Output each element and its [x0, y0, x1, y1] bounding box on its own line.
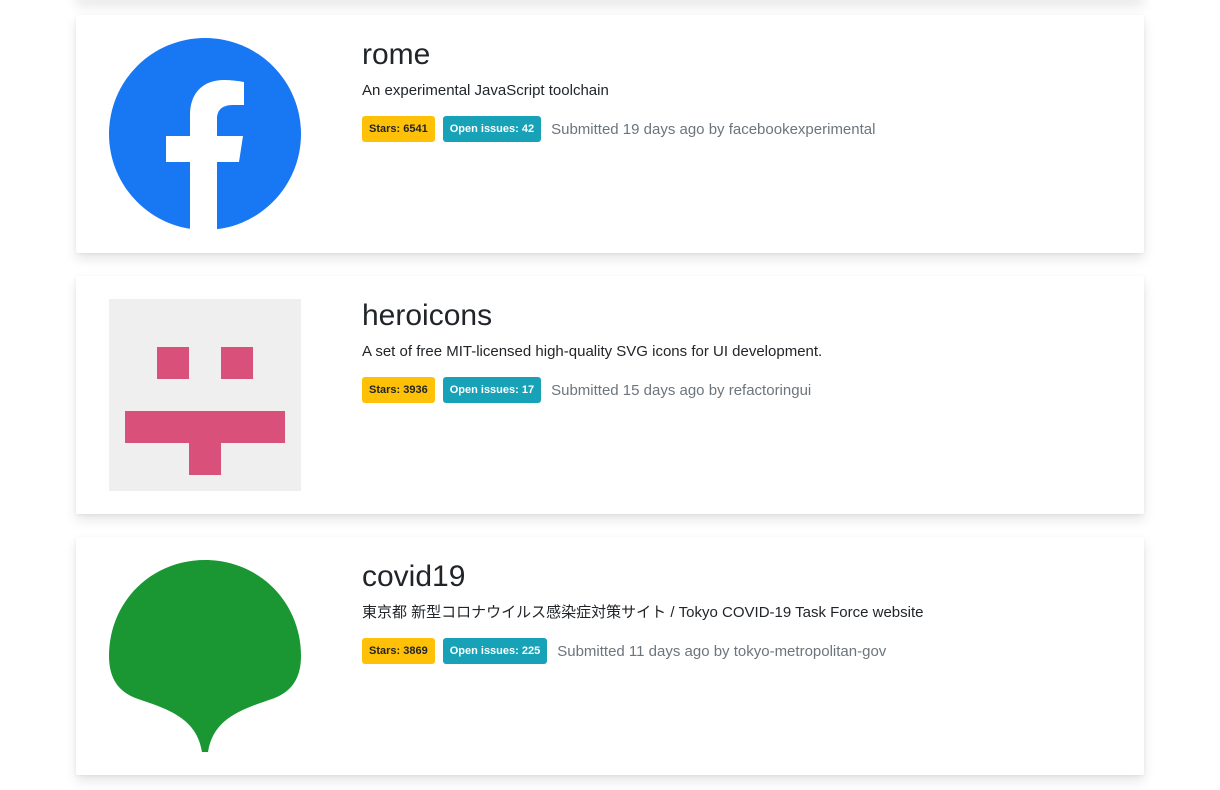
- repo-card[interactable]: heroicons A set of free MIT-licensed hig…: [76, 276, 1144, 514]
- repo-card[interactable]: rome An experimental JavaScript toolchai…: [76, 15, 1144, 253]
- open-issues-badge: Open issues: 42: [442, 116, 542, 142]
- stars-badge: Stars: 6541: [362, 116, 435, 142]
- repo-meta: Stars: 3936 Open issues: 17 Submitted 15…: [362, 376, 1124, 404]
- open-issues-badge: Open issues: 225: [442, 638, 548, 664]
- repo-card[interactable]: covid19 東京都 新型コロナウイルス感染症対策サイト / Tokyo CO…: [76, 537, 1144, 775]
- submitted-info: Submitted 19 days ago by facebookexperim…: [551, 120, 876, 138]
- repo-description: A set of free MIT-licensed high-quality …: [362, 343, 823, 360]
- facebook-logo-icon: [109, 38, 301, 230]
- repo-name-link[interactable]: heroicons: [362, 298, 1124, 334]
- repo-description: An experimental JavaScript toolchain: [362, 82, 609, 99]
- stars-badge: Stars: 3936: [362, 377, 435, 403]
- submitted-info: Submitted 15 days ago by refactoringui: [551, 381, 812, 399]
- open-issues-badge: Open issues: 17: [442, 377, 542, 403]
- repo-list: rome An experimental JavaScript toolchai…: [0, 0, 1220, 790]
- repo-name-link[interactable]: covid19: [362, 559, 1124, 595]
- repo-content: covid19 東京都 新型コロナウイルス感染症対策サイト / Tokyo CO…: [362, 559, 1124, 665]
- repo-meta: Stars: 3869 Open issues: 225 Submitted 1…: [362, 637, 1124, 665]
- tokyo-ginkgo-logo-icon: [109, 560, 301, 752]
- repo-description: 東京都 新型コロナウイルス感染症対策サイト / Tokyo COVID-19 T…: [362, 604, 924, 621]
- repo-name-link[interactable]: rome: [362, 37, 1124, 73]
- stars-badge: Stars: 3869: [362, 638, 435, 664]
- repo-content: heroicons A set of free MIT-licensed hig…: [362, 298, 1124, 404]
- submitted-info: Submitted 11 days ago by tokyo-metropoli…: [557, 642, 887, 660]
- repo-content: rome An experimental JavaScript toolchai…: [362, 37, 1124, 143]
- identicon-icon: [109, 299, 301, 491]
- repo-meta: Stars: 6541 Open issues: 42 Submitted 19…: [362, 115, 1124, 143]
